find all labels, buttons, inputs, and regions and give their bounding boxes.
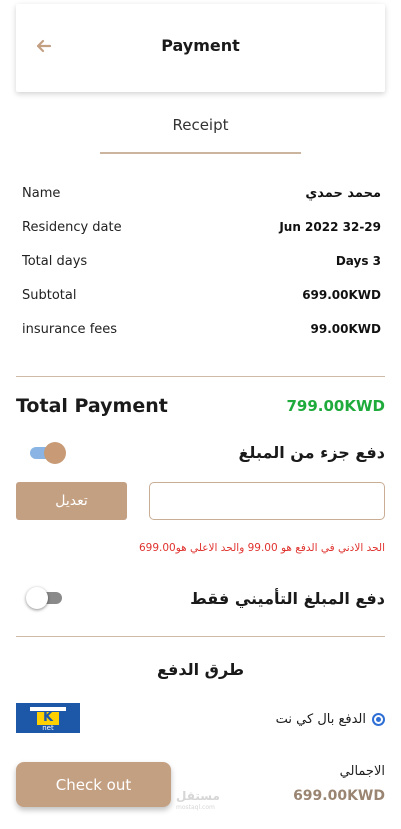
row-label: Total days: [22, 254, 88, 269]
row-value: 699.00KWD: [302, 288, 381, 302]
page-title: Payment: [161, 36, 240, 55]
knet-logo: K net: [16, 703, 80, 733]
payment-option-label: الدفع بال كي نت: [275, 712, 366, 727]
tab-receipt[interactable]: Receipt: [100, 116, 301, 134]
total-payment-label: Total Payment: [16, 395, 168, 417]
divider: [16, 636, 385, 637]
watermark-logo: مستقل mostaql.com: [176, 790, 220, 814]
edit-button[interactable]: تعديل: [16, 482, 127, 520]
row-label: Name: [22, 186, 61, 201]
watermark-subtext: mostaql.com: [176, 804, 215, 811]
insurance-only-label: دفع المبلغ التأميني فقط: [190, 589, 385, 608]
radio-selected-icon[interactable]: [372, 713, 385, 726]
toggle-knob: [44, 442, 66, 464]
amount-input[interactable]: [149, 482, 385, 520]
receipt-row-total-days: Total days Days 3: [22, 254, 381, 274]
row-value: محمد حمدي: [305, 186, 381, 201]
divider: [16, 376, 385, 377]
partial-payment-toggle[interactable]: [28, 442, 66, 464]
toggle-knob: [26, 587, 48, 609]
app-header: Payment: [16, 4, 385, 92]
row-value: 99.00KWD: [310, 322, 381, 336]
insurance-only-toggle[interactable]: [26, 587, 64, 609]
total-payment-value: 799.00KWD: [286, 397, 385, 415]
row-label: insurance fees: [22, 322, 118, 337]
payment-limit-note: الحد الادني في الدفع هو 99.00 والحد الاع…: [139, 542, 385, 554]
checkout-button[interactable]: Check out: [16, 762, 171, 807]
knet-logo-letter: K: [42, 710, 54, 725]
row-value: Days 3: [335, 254, 381, 268]
tab-underline: [100, 152, 301, 154]
watermark-text: مستقل: [176, 789, 220, 803]
knet-logo-subtext: net: [42, 724, 54, 732]
payment-methods-title: طرق الدفع: [156, 660, 245, 679]
receipt-row-subtotal: Subtotal 699.00KWD: [22, 288, 381, 308]
row-label: Subtotal: [22, 288, 77, 303]
grand-total-value: 699.00KWD: [293, 788, 385, 804]
row-value: Jun 2022 32-29: [279, 220, 381, 234]
row-label: Residency date: [22, 220, 122, 235]
grand-total-label: الاجمالي: [339, 764, 385, 779]
partial-payment-label: دفع جزء من المبلغ: [238, 443, 385, 462]
receipt-row-name: Name محمد حمدي: [22, 186, 381, 206]
payment-option-knet[interactable]: الدفع بال كي نت: [276, 712, 385, 727]
receipt-row-insurance-fees: insurance fees 99.00KWD: [22, 322, 381, 342]
receipt-row-residency-date: Residency date Jun 2022 32-29: [22, 220, 381, 240]
